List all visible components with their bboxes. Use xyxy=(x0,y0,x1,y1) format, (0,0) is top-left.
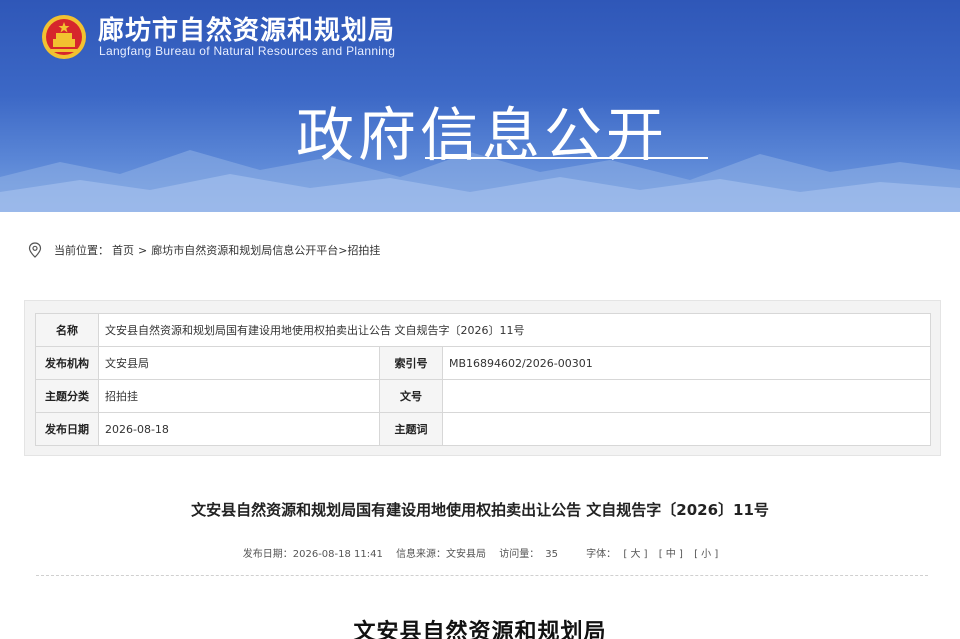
site-subtitle: Langfang Bureau of Natural Resources and… xyxy=(99,44,396,58)
table-row: 主题分类 招拍挂 文号 xyxy=(35,379,932,413)
docno-label: 文号 xyxy=(379,379,443,413)
content-divider xyxy=(36,575,928,576)
article-title: 文安县自然资源和规划局国有建设用地使用权拍卖出让公告 文自规告字〔2026〕11… xyxy=(191,501,769,519)
breadcrumb: 当前位置： 首页 > 廊坊市自然资源和规划局信息公开平台 > 招拍挂 xyxy=(28,241,380,259)
table-row: 名称 文安县自然资源和规划局国有建设用地使用权拍卖出让公告 文自规告字〔2026… xyxy=(35,313,932,347)
breadcrumb-separator: > xyxy=(338,243,348,257)
index-label: 索引号 xyxy=(379,346,443,380)
category-value: 招拍挂 xyxy=(98,379,380,413)
header-banner: 廊坊市自然资源和规划局 Langfang Bureau of Natural R… xyxy=(0,0,960,212)
publisher-label: 发布机构 xyxy=(35,346,99,380)
visit-count: 访问量： 35 xyxy=(499,549,558,560)
keywords-value xyxy=(441,412,932,446)
breadcrumb-prefix: 当前位置： xyxy=(54,244,109,257)
date-value: 2026-08-18 xyxy=(98,412,380,446)
table-row: 发布机构 文安县局 索引号 MB16894602/2026-00301 xyxy=(35,346,932,380)
breadcrumb-separator: > xyxy=(138,243,148,257)
keywords-label: 主题词 xyxy=(379,412,443,446)
font-small-button[interactable]: [ 小 ] xyxy=(694,549,718,560)
document-info-table: 名称 文安县自然资源和规划局国有建设用地使用权拍卖出让公告 文自规告字〔2026… xyxy=(35,313,932,446)
publisher-value: 文安县局 xyxy=(98,346,380,380)
font-large-button[interactable]: [ 大 ] xyxy=(623,549,647,560)
font-medium-button[interactable]: [ 中 ] xyxy=(659,549,683,560)
date-label: 发布日期 xyxy=(35,412,99,446)
info-source: 信息来源：文安县局 xyxy=(396,549,487,560)
document-heading: 文安县自然资源和规划局 xyxy=(353,620,607,639)
banner-heading: 政府信息公开 xyxy=(296,101,669,169)
site-title: 廊坊市自然资源和规划局 xyxy=(98,16,396,46)
index-value: MB16894602/2026-00301 xyxy=(441,346,932,380)
docno-value xyxy=(441,379,932,413)
table-row: 发布日期 2026-08-18 主题词 xyxy=(35,412,932,446)
category-label: 主题分类 xyxy=(35,379,99,413)
font-size-label: 字体： xyxy=(586,549,617,560)
name-label: 名称 xyxy=(35,313,99,347)
location-pin-icon xyxy=(28,242,42,258)
publish-date: 发布日期：2026-08-18 11:41 xyxy=(242,549,383,560)
name-value: 文安县自然资源和规划局国有建设用地使用权拍卖出让公告 文自规告字〔2026〕11… xyxy=(97,313,932,347)
breadcrumb-current-link[interactable]: 招拍挂 xyxy=(347,242,380,258)
visits-label: 访问量： xyxy=(499,549,540,560)
article-meta: 发布日期：2026-08-18 11:41 信息来源：文安县局 访问量： 35 字… xyxy=(0,545,960,560)
visits-value: 35 xyxy=(545,549,558,560)
document-info-box: 名称 文安县自然资源和规划局国有建设用地使用权拍卖出让公告 文自规告字〔2026… xyxy=(24,300,941,456)
breadcrumb-home-link[interactable]: 首页 xyxy=(112,242,134,258)
banner-underline xyxy=(425,157,708,159)
national-emblem-icon xyxy=(42,15,86,59)
breadcrumb-platform-link[interactable]: 廊坊市自然资源和规划局信息公开平台 xyxy=(151,242,338,258)
